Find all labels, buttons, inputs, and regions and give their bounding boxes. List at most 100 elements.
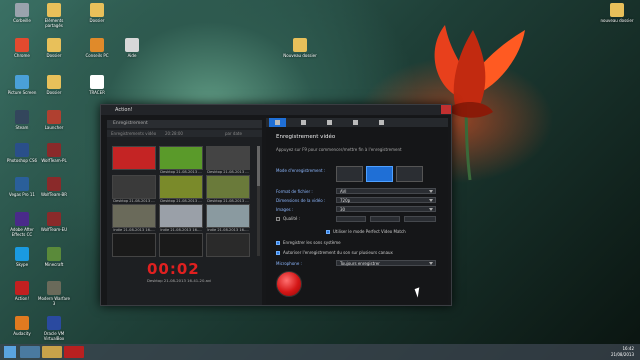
desktop-icon-label: Conseils PC <box>85 53 109 58</box>
mode-desktop[interactable] <box>366 166 393 182</box>
thumbnail-image <box>159 233 203 257</box>
app-icon <box>610 3 624 17</box>
desktop-icon-label: Skype <box>15 262 29 267</box>
desktop-icon[interactable]: Launcher <box>37 110 71 130</box>
desktop-icon-label: WolfTeam-EU <box>40 227 68 232</box>
desktop-icon-label: Dossier <box>46 90 62 95</box>
app-icon <box>47 110 61 124</box>
desktop-icon-label: Action! <box>14 296 30 301</box>
desktop-icon[interactable]: Steam <box>5 110 39 130</box>
speaker-icon <box>301 120 306 125</box>
recordings-panel: Enregistrement Enregistrements vidéo 20:… <box>107 120 262 305</box>
start-button[interactable] <box>4 346 16 358</box>
desktop-icon[interactable]: Dossier <box>80 3 114 23</box>
desktop-icon[interactable]: WolfTeam-BR <box>37 177 71 197</box>
desktop-icon-label: Aide <box>127 53 137 58</box>
desktop-icon[interactable]: WolfTeam-PL <box>37 143 71 163</box>
window-titlebar[interactable]: Action! <box>101 105 451 115</box>
app-icon <box>15 247 29 261</box>
desktop-icon[interactable]: Skype <box>5 247 39 267</box>
mic-value: Toujours enregistrer <box>340 261 380 266</box>
desktop-icon[interactable]: Action! <box>5 281 39 301</box>
chevron-down-icon <box>429 190 433 193</box>
thumbnail-image <box>206 146 250 170</box>
desktop-icon[interactable]: Vegas Pro 11 <box>5 177 39 197</box>
resolution-label: Dimensions de la vidéo : <box>276 198 326 203</box>
app-icon <box>15 75 29 89</box>
desktop-icon[interactable]: Picture Screen <box>5 75 39 95</box>
desktop-icon[interactable]: nouveau dossier <box>600 3 634 23</box>
tab-stream[interactable] <box>321 118 338 127</box>
gear-icon <box>379 120 384 125</box>
quality-field-1[interactable] <box>336 216 366 222</box>
desktop-icon[interactable]: Photoshop CS6 <box>5 143 39 163</box>
taskbar-explorer[interactable] <box>42 346 62 358</box>
mode-game[interactable] <box>336 166 363 182</box>
desktop-icon[interactable]: Adobe After Effects CC <box>5 212 39 237</box>
desktop-icon[interactable]: Nouveau dossier <box>283 38 317 58</box>
taskbar-action[interactable] <box>64 346 84 358</box>
taskbar-clock[interactable]: 16:42 21/08/2013 <box>611 346 634 358</box>
desktop-icon[interactable]: Oracle VM VirtualBox <box>37 316 71 341</box>
desktop-icon-label: Modern Warfare 3 <box>38 296 70 306</box>
desktop-icon[interactable]: WolfTeam-EU <box>37 212 71 232</box>
fps-select[interactable]: 30 <box>336 206 436 212</box>
desktop-icon-label: Audacity <box>13 331 31 336</box>
desktop-icon[interactable]: Corbeille <box>5 3 39 23</box>
quality-field-2[interactable] <box>370 216 400 222</box>
desktop-icon[interactable]: Conseils PC <box>80 38 114 58</box>
quality-checkbox[interactable] <box>276 217 280 221</box>
perfect-video-checkbox[interactable] <box>326 230 330 234</box>
app-icon <box>125 38 139 52</box>
thumbnail-image <box>159 146 203 170</box>
desktop-icon[interactable]: Modern Warfare 3 <box>37 281 71 306</box>
panel-hint: Appuyez sur F9 pour commencer/mettre fin… <box>276 147 402 152</box>
desktop-icon[interactable]: TRACER <box>80 75 114 95</box>
app-icon <box>47 316 61 330</box>
close-button[interactable] <box>441 105 451 114</box>
quality-field-3[interactable] <box>404 216 436 222</box>
desktop-icon[interactable]: Dossier <box>37 38 71 58</box>
resolution-value: 720p <box>340 198 351 203</box>
system-sound-checkbox[interactable] <box>276 241 280 245</box>
mode-region[interactable] <box>396 166 423 182</box>
panel-title: Enregistrement vidéo <box>276 134 336 140</box>
desktop-icon[interactable]: Dossier <box>37 75 71 95</box>
tab-webcam[interactable] <box>347 118 364 127</box>
scroll-knob[interactable] <box>257 146 260 186</box>
action-app-window[interactable]: Action! Enregistrement Enregistrements v… <box>100 104 452 306</box>
tab-settings[interactable] <box>373 118 390 127</box>
app-icon <box>90 75 104 89</box>
desktop-icon[interactable]: Aide <box>115 38 149 58</box>
record-button[interactable] <box>276 271 302 297</box>
recordings-filter-bar[interactable]: Enregistrements vidéo 20:28:00 par date <box>107 130 262 137</box>
desktop-icon-label: Dossier <box>46 53 62 58</box>
desktop-icon[interactable]: Minecraft <box>37 247 71 267</box>
recordings-sort[interactable]: par date <box>225 131 242 136</box>
desktop-icon-label: Launcher <box>44 125 64 130</box>
desktop-icon-label: Picture Screen <box>7 90 37 95</box>
mode-label: Mode d'enregistrement : <box>276 168 326 173</box>
multichannel-label: Autoriser l'enregistrement du son sur pl… <box>283 250 393 255</box>
desktop-icon[interactable]: Chrome <box>5 38 39 58</box>
desktop-icon[interactable]: Eléments partagés <box>37 3 71 28</box>
taskbar-ie[interactable] <box>20 346 40 358</box>
recording-thumbnail[interactable] <box>206 233 250 266</box>
tab-audio[interactable] <box>295 118 312 127</box>
resolution-select[interactable]: 720p <box>336 197 436 203</box>
desktop-icon-label: Eléments partagés <box>44 18 64 28</box>
recordings-type[interactable]: Enregistrements vidéo <box>111 131 156 136</box>
app-icon <box>47 38 61 52</box>
mic-select[interactable]: Toujours enregistrer <box>336 260 436 266</box>
desktop-icon-label: WolfTeam-BR <box>40 192 68 197</box>
recordings-scrollbar[interactable] <box>257 146 260 256</box>
format-select[interactable]: AVI <box>336 188 436 194</box>
app-icon <box>15 110 29 124</box>
app-icon <box>15 316 29 330</box>
desktop-icon-label: Chrome <box>14 53 30 58</box>
tab-video[interactable] <box>269 118 286 127</box>
desktop-icon-label: TRACER <box>89 90 105 95</box>
app-icon <box>90 38 104 52</box>
desktop-icon[interactable]: Audacity <box>5 316 39 336</box>
multichannel-checkbox[interactable] <box>276 251 280 255</box>
